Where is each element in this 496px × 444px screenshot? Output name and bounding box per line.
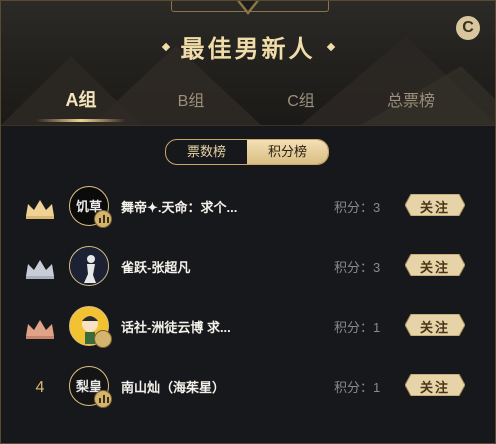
tab-b-group[interactable]: B组	[141, 87, 241, 111]
ranking-row: 话社-洲徒云博 求... 积分：1 关注	[1, 302, 495, 352]
score: 积分：3	[334, 260, 381, 275]
user-name[interactable]: 南山灿（海茱星）	[121, 377, 261, 396]
tab-total-votes[interactable]: 总票榜	[361, 87, 461, 111]
user-name[interactable]: 话社-洲徒云博 求...	[121, 317, 261, 336]
tab-a-group[interactable]: A组	[31, 86, 131, 112]
page-title: 最佳男新人	[180, 36, 316, 63]
left-diamond-icon	[161, 42, 170, 51]
best-new-male-panel: 最佳男新人 C A组 B组 C组 总票榜 票数榜 积分榜 饥草 舞帝✦.天命：求…	[0, 0, 496, 444]
refresh-icon[interactable]: C	[456, 16, 480, 40]
avatar-figure-icon	[70, 247, 108, 285]
notch-arrow-inner	[240, 1, 256, 11]
silver-crown-icon	[23, 256, 57, 280]
follow-button[interactable]: 关注	[405, 254, 465, 276]
follow-button[interactable]: 关注	[405, 374, 465, 396]
ranking-row: 4 梨皇 南山灿（海茱星） 积分：1 关注	[1, 362, 495, 412]
rank-number-text: 4	[35, 379, 45, 396]
score: 积分：3	[334, 200, 381, 215]
follow-label: 关注	[419, 380, 450, 395]
chart-badge-icon	[94, 330, 112, 348]
follow-label: 关注	[419, 260, 450, 275]
chart-badge-icon	[94, 210, 112, 228]
title-wrap: 最佳男新人	[1, 29, 495, 64]
points-ranking-button[interactable]: 积分榜	[247, 140, 328, 164]
avatar[interactable]	[69, 246, 109, 286]
ranking-row: 饥草 舞帝✦.天命：求个... 积分：3 关注	[1, 182, 495, 232]
follow-button[interactable]: 关注	[405, 194, 465, 216]
group-tabs: A组 B组 C组 总票榜	[1, 83, 495, 125]
follow-button[interactable]: 关注	[405, 314, 465, 336]
follow-label: 关注	[419, 320, 450, 335]
rank-number: 4	[23, 376, 57, 400]
score: 积分：1	[334, 320, 381, 335]
user-name[interactable]: 舞帝✦.天命：求个...	[121, 197, 261, 216]
follow-label: 关注	[419, 200, 450, 215]
bronze-crown-icon	[23, 316, 57, 340]
active-tab-underline	[36, 119, 126, 122]
ranking-row: 雀跃-张超凡 积分：3 关注	[1, 242, 495, 292]
votes-ranking-button[interactable]: 票数榜	[166, 140, 247, 164]
user-name[interactable]: 雀跃-张超凡	[121, 257, 261, 276]
chart-badge-icon	[94, 390, 112, 408]
gold-crown-icon	[23, 196, 57, 220]
score: 积分：1	[334, 380, 381, 395]
right-diamond-icon	[326, 42, 335, 51]
header: 最佳男新人 C A组 B组 C组 总票榜	[1, 1, 495, 126]
ranking-type-toggle: 票数榜 积分榜	[165, 139, 329, 165]
tab-c-group[interactable]: C组	[251, 87, 351, 111]
